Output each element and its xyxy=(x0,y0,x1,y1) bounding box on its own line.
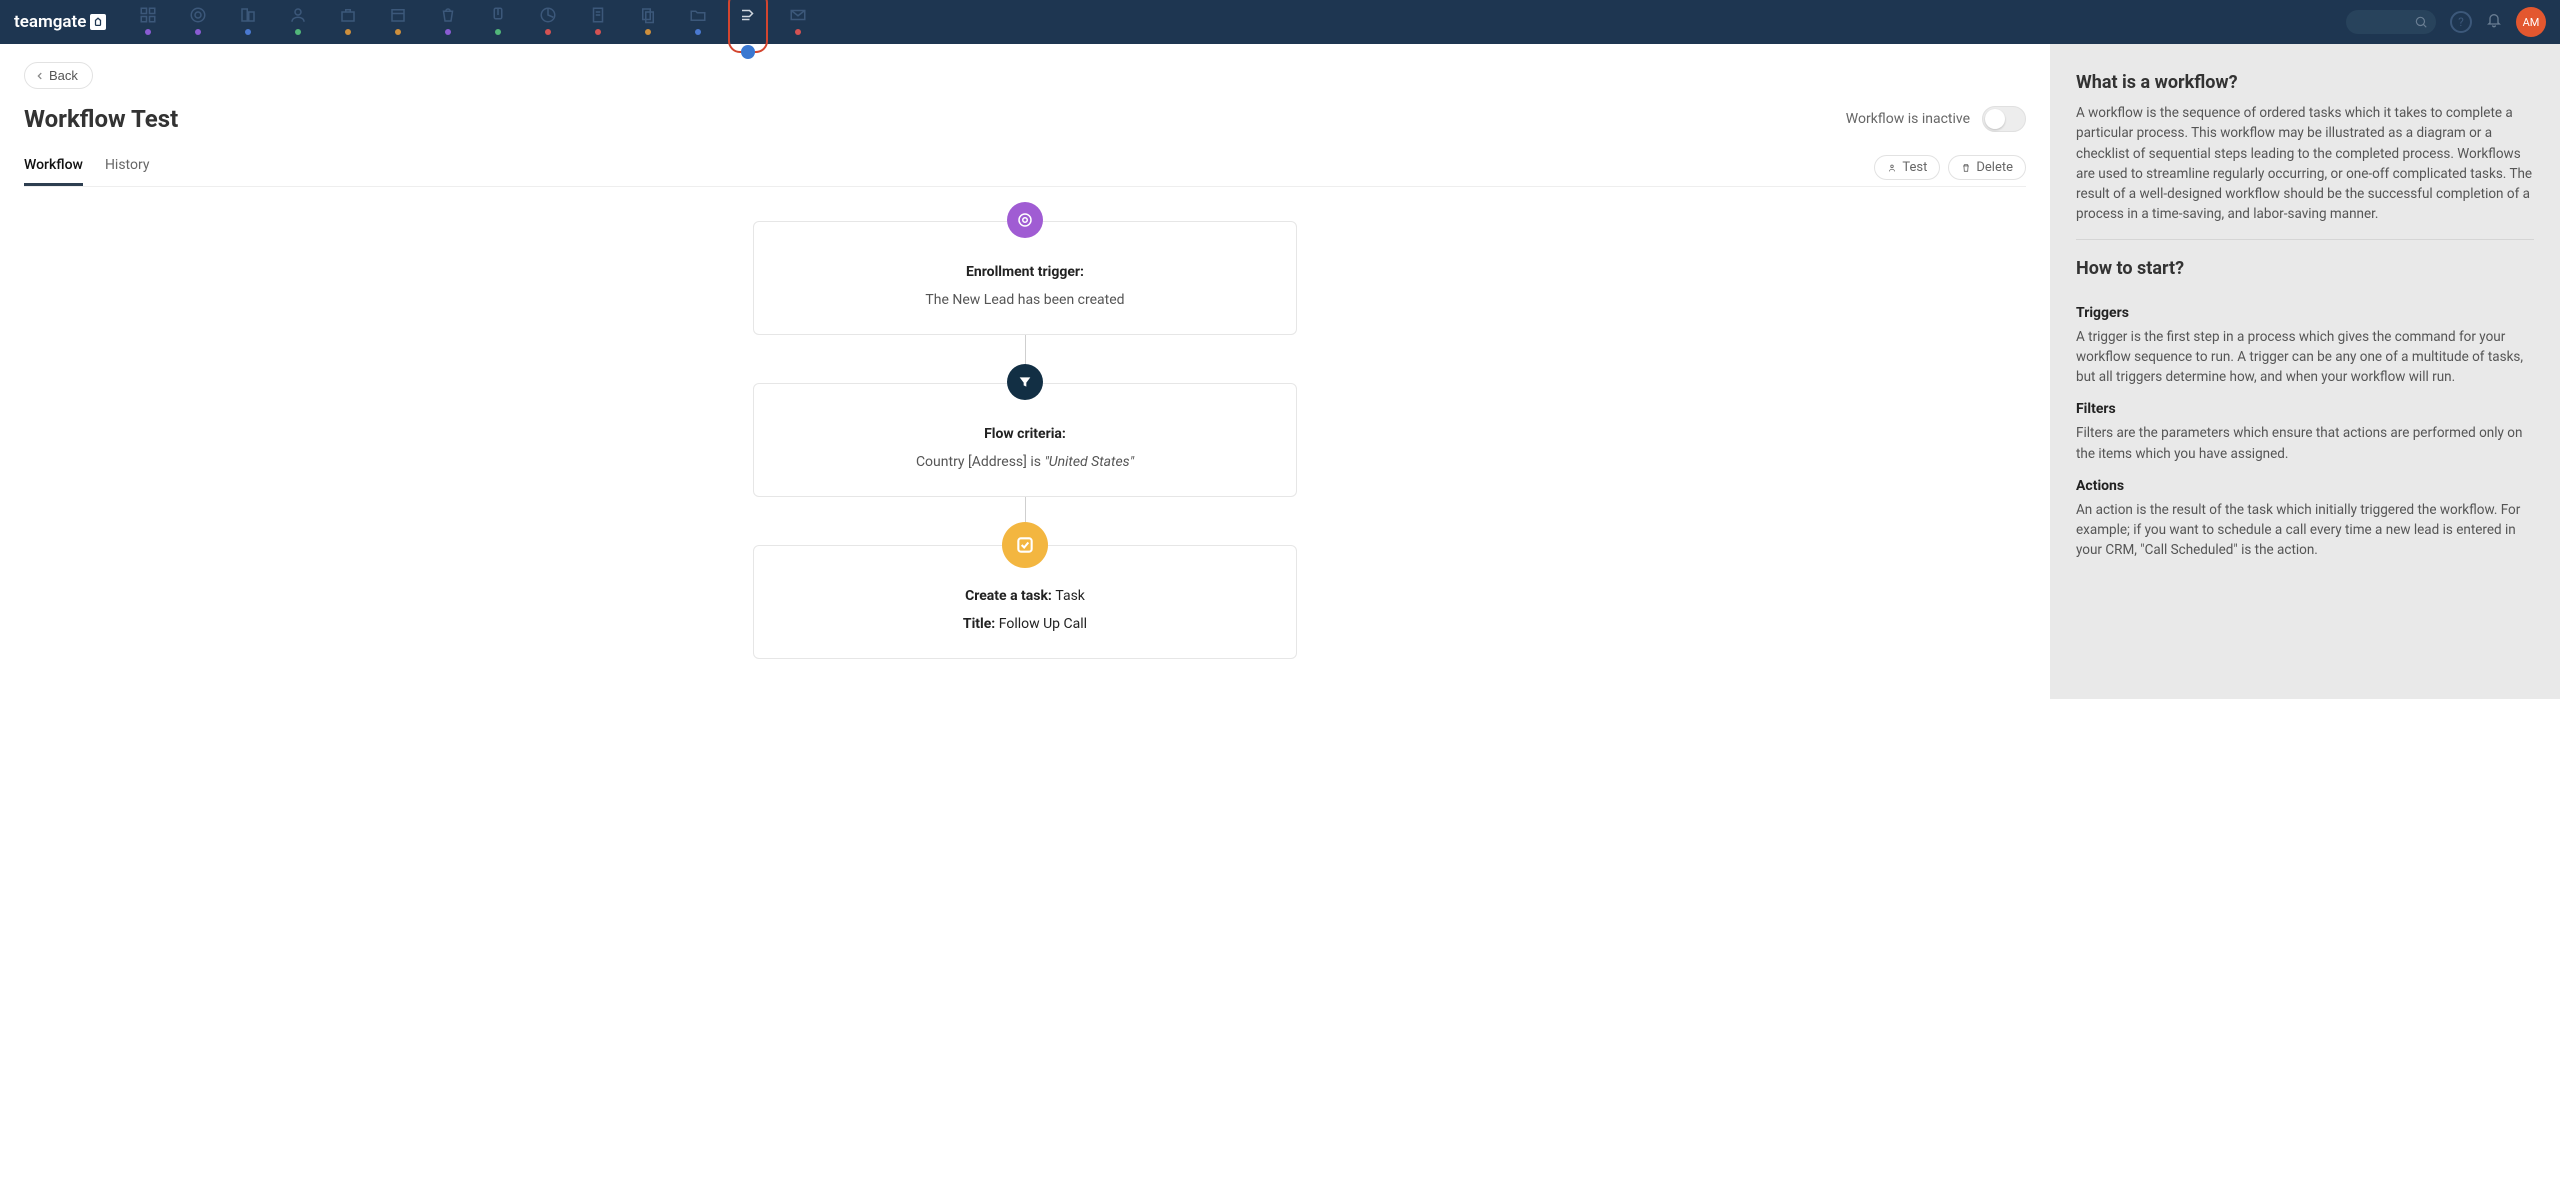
nav-folders[interactable] xyxy=(688,1,708,43)
user-avatar[interactable]: AM xyxy=(2516,7,2546,37)
sidebar-body-what: A workflow is the sequence of ordered ta… xyxy=(2076,103,2534,225)
top-nav: teamgate xyxy=(0,0,2560,44)
test-button[interactable]: Test xyxy=(1874,155,1940,180)
workflow-canvas: Enrollment trigger: The New Lead has bee… xyxy=(24,221,2026,659)
sidebar-heading-what: What is a workflow? xyxy=(2076,72,2534,93)
logo-icon xyxy=(90,14,106,30)
create-task-card[interactable]: Create a task: Task Title: Follow Up Cal… xyxy=(753,545,1297,659)
person-icon xyxy=(1887,163,1897,173)
nav-notes[interactable] xyxy=(588,1,608,43)
back-button[interactable]: Back xyxy=(24,62,93,89)
task-check-icon xyxy=(1002,522,1048,568)
nav-contacts[interactable] xyxy=(288,1,308,43)
nav-documents[interactable] xyxy=(638,1,658,43)
test-label: Test xyxy=(1902,160,1927,175)
nav-workflows[interactable] xyxy=(738,1,758,43)
nav-products[interactable] xyxy=(438,1,458,43)
target-icon xyxy=(1007,202,1043,238)
enrollment-body: The New Lead has been created xyxy=(925,292,1124,308)
app-logo-text: teamgate xyxy=(14,12,86,32)
task-subtitle-line: Title: Follow Up Call xyxy=(963,616,1087,632)
workflow-status-text: Workflow is inactive xyxy=(1846,111,1970,127)
sidebar-heading-filters: Filters xyxy=(2076,401,2534,417)
help-button[interactable]: ? xyxy=(2450,11,2472,33)
nav-companies[interactable] xyxy=(238,1,258,43)
nav-target[interactable] xyxy=(188,1,208,43)
app-logo[interactable]: teamgate xyxy=(14,12,106,32)
sidebar-body-triggers: A trigger is the first step in a process… xyxy=(2076,327,2534,388)
notifications-button[interactable] xyxy=(2486,12,2502,32)
chevron-left-icon xyxy=(35,71,45,81)
back-label: Back xyxy=(49,68,78,83)
search-icon xyxy=(2414,15,2428,29)
task-title-line: Create a task: Task xyxy=(965,588,1085,604)
nav-dashboard[interactable] xyxy=(138,1,158,43)
sidebar-heading-start: How to start? xyxy=(2076,258,2534,279)
sidebar-heading-actions: Actions xyxy=(2076,478,2534,494)
enrollment-title: Enrollment trigger: xyxy=(966,264,1084,280)
flow-criteria-card[interactable]: Flow criteria: Country [Address] is "Uni… xyxy=(753,383,1297,497)
sidebar-body-actions: An action is the result of the task whic… xyxy=(2076,500,2534,561)
nav-mail[interactable] xyxy=(788,1,808,43)
trash-icon xyxy=(1961,163,1971,173)
sidebar-body-filters: Filters are the parameters which ensure … xyxy=(2076,423,2534,464)
tab-history[interactable]: History xyxy=(105,147,150,186)
criteria-title: Flow criteria: xyxy=(984,426,1066,442)
delete-label: Delete xyxy=(1976,160,2013,175)
nav-attachments[interactable] xyxy=(488,1,508,43)
nav-calendar[interactable] xyxy=(388,1,408,43)
nav-analytics[interactable] xyxy=(538,1,558,43)
avatar-initials: AM xyxy=(2523,16,2540,29)
nav-deals[interactable] xyxy=(338,1,358,43)
criteria-body: Country [Address] is "United States" xyxy=(916,454,1134,470)
tabs: Workflow History xyxy=(24,147,149,186)
page-title: Workflow Test xyxy=(24,105,178,133)
enrollment-trigger-card[interactable]: Enrollment trigger: The New Lead has bee… xyxy=(753,221,1297,335)
sidebar-heading-triggers: Triggers xyxy=(2076,305,2534,321)
nav-items xyxy=(138,1,808,43)
search-input[interactable] xyxy=(2346,10,2436,34)
workflow-toggle[interactable] xyxy=(1982,106,2026,132)
tab-workflow[interactable]: Workflow xyxy=(24,147,83,186)
delete-button[interactable]: Delete xyxy=(1948,155,2026,180)
help-sidebar: What is a workflow? A workflow is the se… xyxy=(2050,44,2560,699)
filter-icon xyxy=(1007,364,1043,400)
